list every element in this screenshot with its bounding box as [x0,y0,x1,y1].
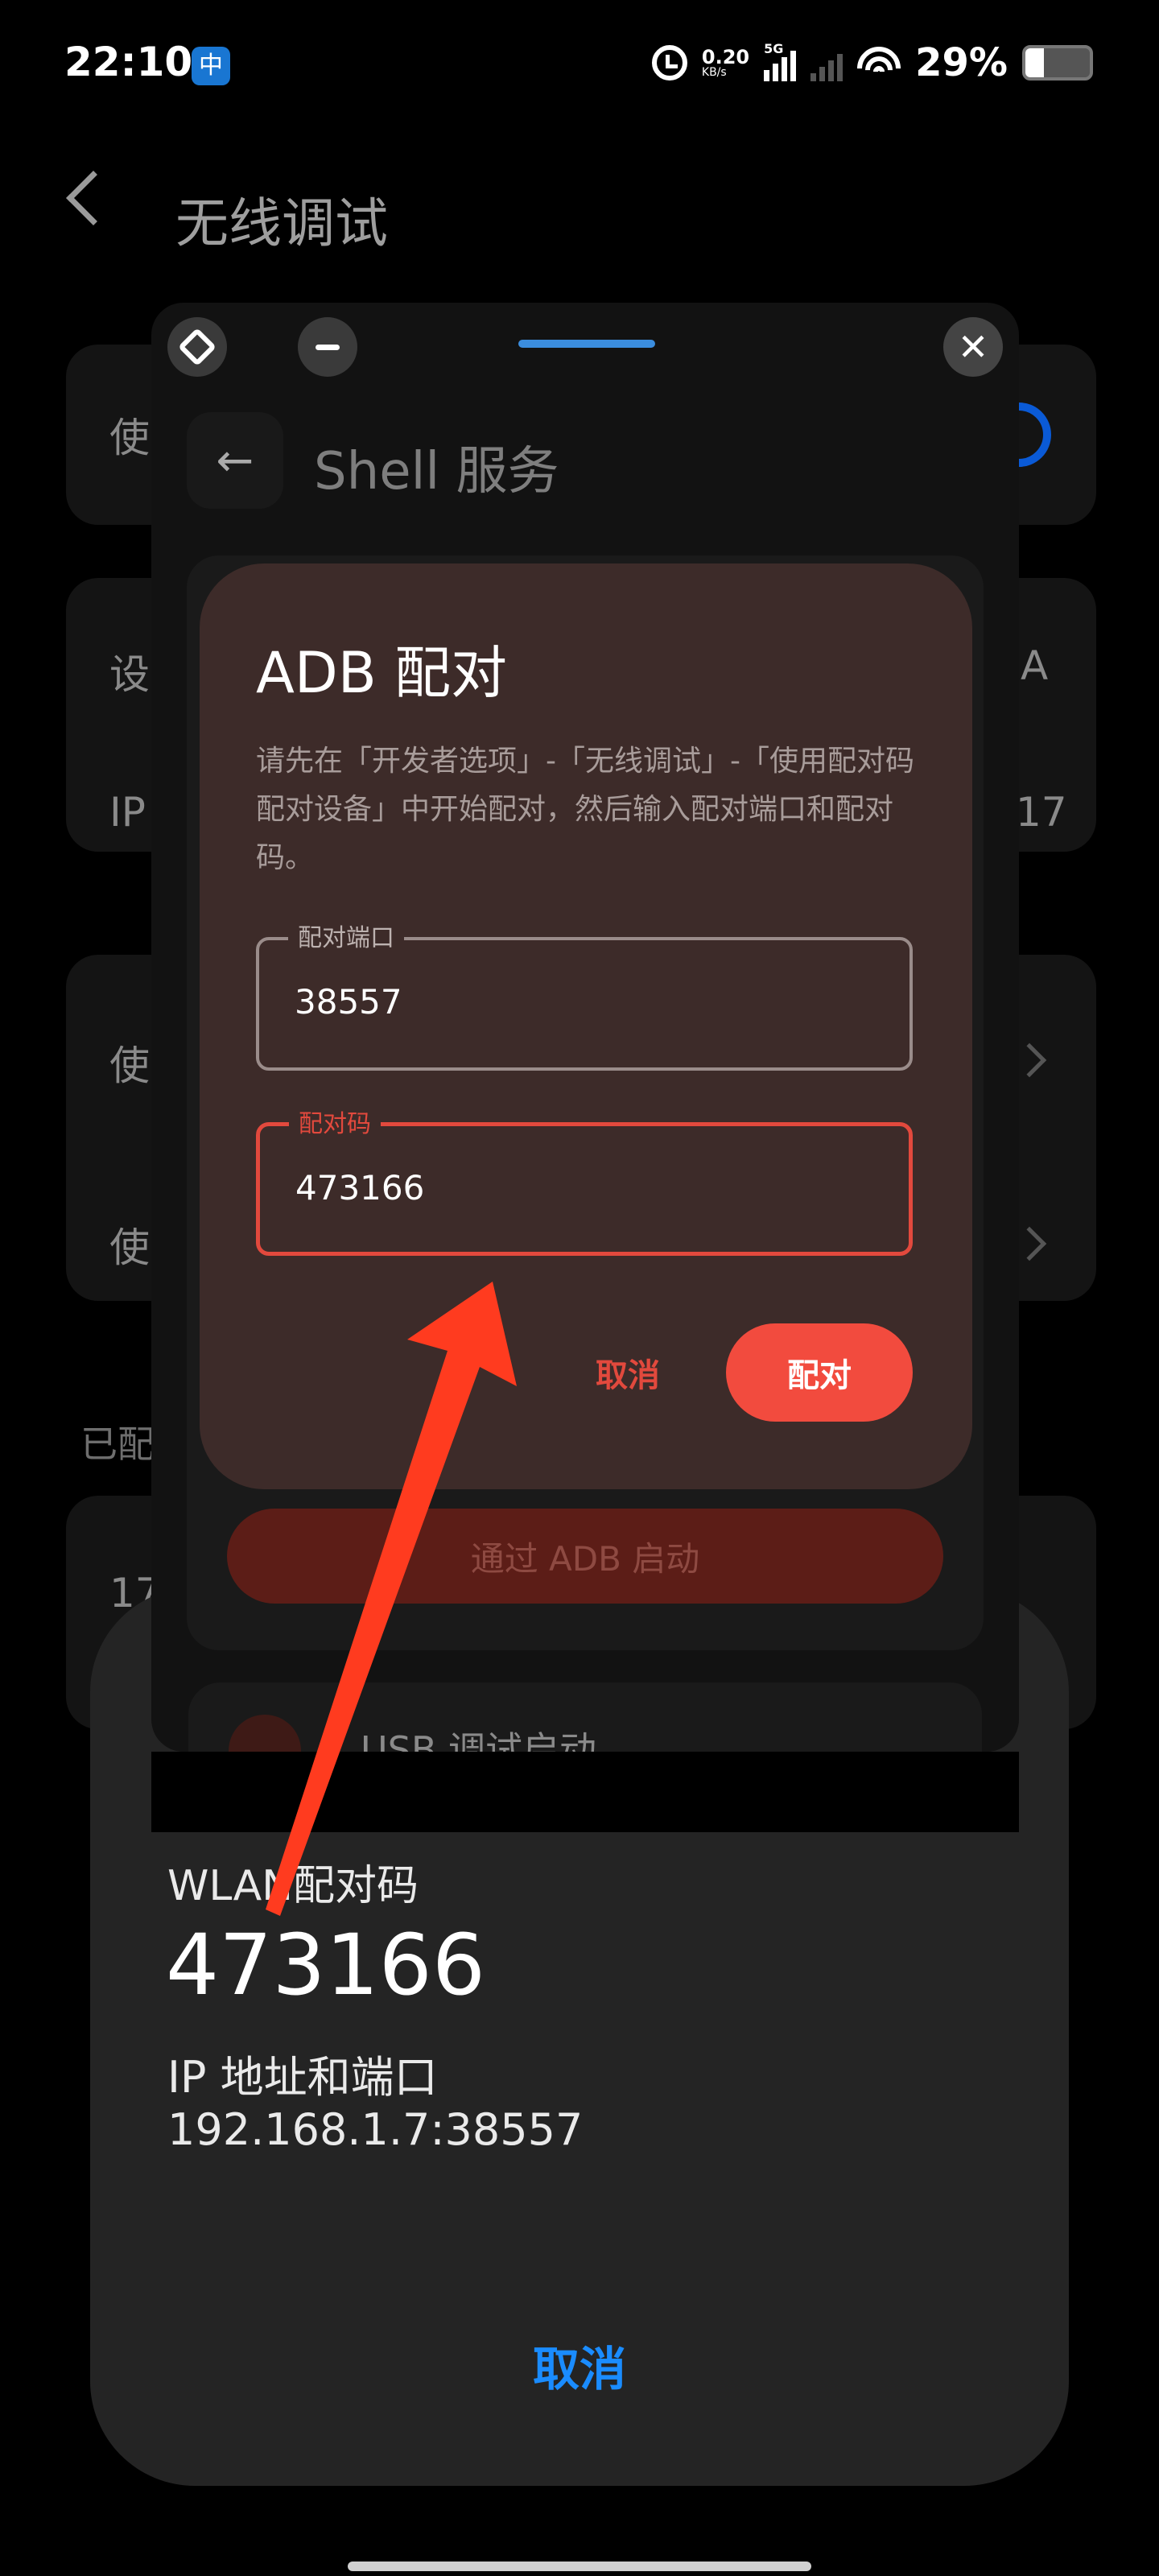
page-title: 无线调试 [175,192,388,254]
window-drag-handle[interactable] [518,340,655,348]
status-indicators: 0.20 KB/s 5G 29% [651,39,1093,87]
settings-row-value: A [1021,642,1049,689]
expand-window-button[interactable] [167,317,227,377]
sim1-signal-icon: 5G [764,41,797,81]
dialog-cancel-button[interactable]: 取消 [596,1349,660,1396]
wlan-pairing-code-label: WLAN配对码 [167,1862,419,1910]
network-speed: 0.20 KB/s [702,47,749,78]
start-via-adb-button[interactable]: 通过 ADB 启动 [227,1509,943,1604]
pairing-code-label: 配对码 [289,1107,381,1142]
ip-port-value: 192.168.1.7:38557 [167,2104,584,2155]
battery-icon [1022,45,1093,80]
floating-window-bottom-edge [151,1752,1019,1832]
minimize-window-button[interactable] [298,317,357,377]
settings-row-label: 使 [109,1042,150,1089]
battery-percent: 29% [915,40,1008,85]
pair-button[interactable]: 配对 [726,1323,913,1422]
pairing-code-input[interactable] [295,1168,859,1208]
wlan-pairing-code: 473166 [166,1916,486,2014]
pairing-port-input[interactable] [295,982,858,1022]
settings-row-value: 17 [1016,789,1067,836]
settings-row-label: 设 [109,651,150,698]
alarm-icon [651,45,687,80]
network-speed-unit: KB/s [701,66,727,79]
section-label: 已配 [80,1422,155,1466]
status-time: 22:10 [64,39,193,85]
shell-back-button[interactable]: ← [187,412,283,509]
home-indicator[interactable] [348,2562,811,2571]
network-speed-value: 0.20 [701,46,750,68]
settings-row-label: 使 [109,415,150,461]
settings-row-label: IP [109,789,146,836]
dialog-title: ADB 配对 [256,640,508,706]
dialog-description: 请先在「开发者选项」-「无线调试」-「使用配对码配对设备」中开始配对，然后输入配… [256,745,914,874]
pairing-code-field[interactable]: 配对码 [256,1107,913,1256]
back-arrow-icon[interactable] [66,171,121,225]
sim1-network-type: 5G [764,41,784,56]
notification-app-icon: 中 [192,47,230,85]
wifi-icon [857,45,901,80]
expand-icon [177,327,217,367]
sheet-cancel-button[interactable]: 取消 [451,2331,708,2399]
pairing-port-field[interactable]: 配对端口 [256,921,913,1071]
shell-service-title: Shell 服务 [314,442,559,502]
battery-fill [1025,48,1045,77]
close-window-button[interactable]: ✕ [943,317,1003,377]
sim2-signal-icon [810,44,843,81]
settings-row-label: 使 [109,1224,150,1271]
minimize-icon [316,344,340,350]
pairing-port-label: 配对端口 [288,921,404,956]
ip-port-label: IP 地址和端口 [167,2052,438,2103]
